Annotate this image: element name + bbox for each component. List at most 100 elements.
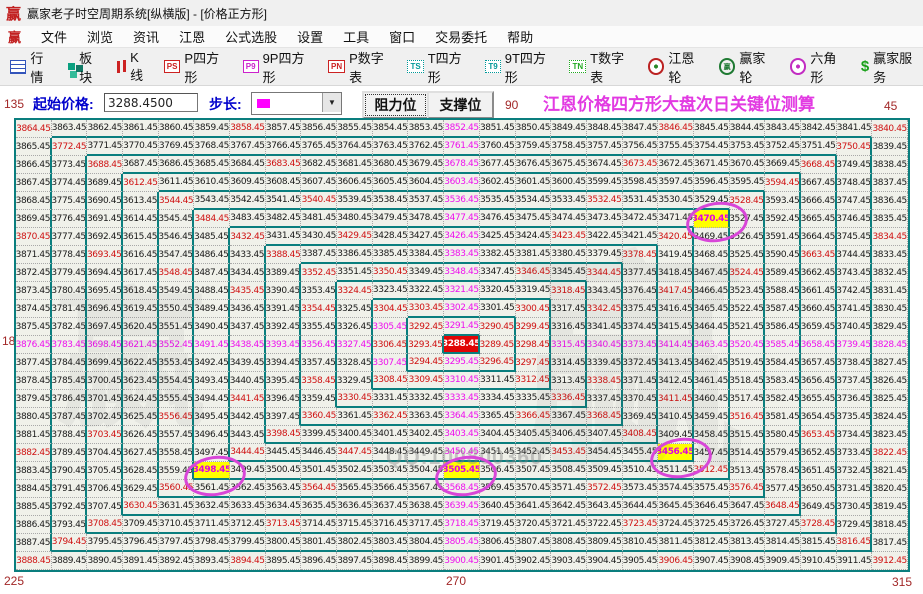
price-cell[interactable]: 3351.45 bbox=[337, 264, 373, 282]
price-cell[interactable]: 3683.45 bbox=[265, 156, 302, 174]
price-cell[interactable]: 3545.45 bbox=[158, 210, 195, 228]
price-cell[interactable]: 3861.45 bbox=[123, 120, 159, 138]
price-cell[interactable]: 3419.45 bbox=[658, 246, 694, 264]
price-cell[interactable]: 3634.45 bbox=[265, 498, 302, 516]
price-cell[interactable]: 3777.45 bbox=[51, 228, 88, 246]
price-cell[interactable]: 3490.45 bbox=[194, 318, 231, 336]
price-cell[interactable]: 3515.45 bbox=[729, 426, 766, 444]
price-cell[interactable]: 3679.45 bbox=[408, 156, 445, 174]
combobox-dropdown-arrow-icon[interactable]: ▼ bbox=[322, 93, 341, 112]
price-cell[interactable]: 3833.45 bbox=[872, 246, 908, 264]
price-cell[interactable]: 3801.45 bbox=[301, 534, 338, 552]
price-cell[interactable]: 3657.45 bbox=[800, 354, 837, 372]
price-cell[interactable]: 3374.45 bbox=[622, 318, 659, 336]
price-cell[interactable]: 3441.45 bbox=[230, 390, 266, 408]
price-cell[interactable]: 3860.45 bbox=[158, 120, 195, 138]
price-cell[interactable]: 3398.45 bbox=[265, 426, 302, 444]
price-cell[interactable]: 3734.45 bbox=[836, 426, 873, 444]
price-cell[interactable]: 3857.45 bbox=[265, 120, 302, 138]
price-cell[interactable]: 3454.45 bbox=[586, 444, 623, 462]
price-cell[interactable]: 3445.45 bbox=[265, 444, 302, 462]
price-cell[interactable]: 3578.45 bbox=[765, 462, 801, 480]
price-cell[interactable]: 3383.45 bbox=[444, 246, 480, 264]
price-cell[interactable]: 3528.45 bbox=[729, 192, 766, 210]
price-cell[interactable]: 3432.45 bbox=[230, 228, 266, 246]
price-cell[interactable]: 3315.45 bbox=[551, 336, 587, 354]
price-cell[interactable]: 3909.45 bbox=[765, 552, 801, 570]
price-cell[interactable]: 3299.45 bbox=[515, 318, 552, 336]
price-cell[interactable]: 3699.45 bbox=[87, 354, 124, 372]
menu-item-9[interactable]: 交易委托 bbox=[435, 27, 487, 46]
toolbar-p-square-button[interactable]: PS P四方形 bbox=[163, 48, 230, 86]
price-cell[interactable]: 3756.45 bbox=[622, 138, 659, 156]
price-cell[interactable]: 3322.45 bbox=[408, 282, 445, 300]
price-cell[interactable]: 3863.45 bbox=[51, 120, 88, 138]
price-cell[interactable]: 3820.45 bbox=[872, 480, 908, 498]
price-cell[interactable]: 3772.45 bbox=[51, 138, 88, 156]
price-cell[interactable]: 3837.45 bbox=[872, 174, 908, 192]
price-cell[interactable]: 3350.45 bbox=[372, 264, 409, 282]
price-cell[interactable]: 3331.45 bbox=[372, 390, 409, 408]
price-cell[interactable]: 3569.45 bbox=[479, 480, 516, 498]
price-cell[interactable]: 3466.45 bbox=[693, 282, 730, 300]
price-cell[interactable]: 3327.45 bbox=[337, 336, 373, 354]
price-cell[interactable]: 3551.45 bbox=[158, 318, 195, 336]
price-cell[interactable]: 3481.45 bbox=[301, 210, 338, 228]
price-cell[interactable]: 3855.45 bbox=[337, 120, 373, 138]
toolbar-kline-button[interactable]: K线 bbox=[117, 50, 151, 84]
price-cell[interactable]: 3864.45 bbox=[16, 120, 52, 138]
price-cell[interactable]: 3328.45 bbox=[337, 354, 373, 372]
price-cell[interactable]: 3840.45 bbox=[872, 120, 908, 138]
price-cell[interactable]: 3574.45 bbox=[658, 480, 694, 498]
price-cell[interactable]: 3877.45 bbox=[16, 354, 52, 372]
price-cell[interactable]: 3480.45 bbox=[337, 210, 373, 228]
price-cell[interactable]: 3292.45 bbox=[408, 318, 445, 336]
price-cell[interactable]: 3326.45 bbox=[337, 318, 373, 336]
price-cell[interactable]: 3422.45 bbox=[586, 228, 623, 246]
price-cell[interactable]: 3797.45 bbox=[158, 534, 195, 552]
price-cell[interactable]: 3908.45 bbox=[729, 552, 766, 570]
price-cell[interactable]: 3779.45 bbox=[51, 264, 88, 282]
price-cell[interactable]: 3586.45 bbox=[765, 318, 801, 336]
price-cell[interactable]: 3313.45 bbox=[551, 372, 587, 390]
price-cell[interactable]: 3369.45 bbox=[622, 408, 659, 426]
price-cell[interactable]: 3752.45 bbox=[765, 138, 801, 156]
price-cell[interactable]: 3555.45 bbox=[158, 390, 195, 408]
price-cell[interactable]: 3702.45 bbox=[87, 408, 124, 426]
price-cell[interactable]: 3500.45 bbox=[265, 462, 302, 480]
price-cell[interactable]: 3448.45 bbox=[372, 444, 409, 462]
price-cell[interactable]: 3690.45 bbox=[87, 192, 124, 210]
price-cell[interactable]: 3356.45 bbox=[301, 336, 338, 354]
price-cell[interactable]: 3648.45 bbox=[765, 498, 801, 516]
price-cell[interactable]: 3645.45 bbox=[658, 498, 694, 516]
price-cell[interactable]: 3888.45 bbox=[16, 552, 52, 570]
price-cell[interactable]: 3334.45 bbox=[479, 390, 516, 408]
price-cell[interactable]: 3726.45 bbox=[729, 516, 766, 534]
price-cell[interactable]: 3484.45 bbox=[194, 210, 231, 228]
price-cell[interactable]: 3719.45 bbox=[479, 516, 516, 534]
price-cell[interactable]: 3512.45 bbox=[693, 462, 730, 480]
price-cell[interactable]: 3652.45 bbox=[800, 444, 837, 462]
price-cell[interactable]: 3546.45 bbox=[158, 228, 195, 246]
price-cell[interactable]: 3389.45 bbox=[265, 264, 302, 282]
price-cell[interactable]: 3593.45 bbox=[765, 192, 801, 210]
price-cell[interactable]: 3420.45 bbox=[658, 228, 694, 246]
price-cell[interactable]: 3584.45 bbox=[765, 354, 801, 372]
price-cell[interactable]: 3791.45 bbox=[51, 480, 88, 498]
price-cell[interactable]: 3533.45 bbox=[551, 192, 587, 210]
price-cell[interactable]: 3853.45 bbox=[408, 120, 445, 138]
price-cell[interactable]: 3311.45 bbox=[479, 372, 516, 390]
price-cell[interactable]: 3708.45 bbox=[87, 516, 124, 534]
price-cell[interactable]: 3516.45 bbox=[729, 408, 766, 426]
price-cell[interactable]: 3847.45 bbox=[622, 120, 659, 138]
price-cell[interactable]: 3359.45 bbox=[301, 390, 338, 408]
price-cell[interactable]: 3730.45 bbox=[836, 498, 873, 516]
price-cell[interactable]: 3889.45 bbox=[51, 552, 88, 570]
price-cell[interactable]: 3477.45 bbox=[444, 210, 480, 228]
price-cell[interactable]: 3624.45 bbox=[123, 390, 159, 408]
price-cell[interactable]: 3310.45 bbox=[444, 372, 480, 390]
price-cell[interactable]: 3464.45 bbox=[693, 318, 730, 336]
price-cell[interactable]: 3678.45 bbox=[444, 156, 480, 174]
price-cell[interactable]: 3384.45 bbox=[408, 246, 445, 264]
price-cell[interactable]: 3660.45 bbox=[800, 300, 837, 318]
